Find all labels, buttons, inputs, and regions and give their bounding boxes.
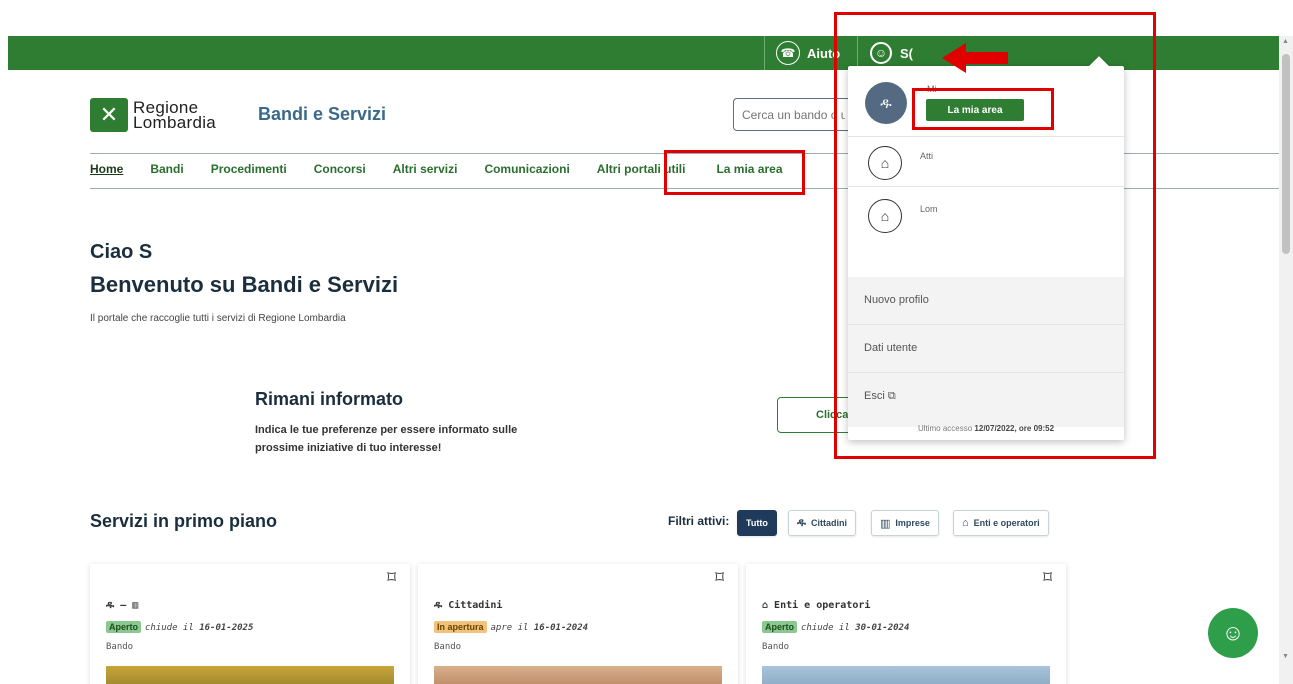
annotation-box-nav — [664, 150, 805, 195]
filter-label: Imprese — [895, 518, 930, 528]
institution-icon: ⌂ — [962, 517, 969, 529]
card-image — [762, 666, 1050, 684]
chat-assistant-icon[interactable]: ☺ — [1208, 608, 1258, 658]
filter-chip-imprese[interactable]: ▥ Imprese — [871, 510, 939, 536]
service-card[interactable]: ⌑ ⌂ Enti e operatori Aperto chiude il 30-… — [746, 564, 1066, 684]
card-target-label: Cittadini — [448, 600, 503, 611]
status-date: 30-01-2024 — [855, 623, 910, 633]
institution-icon: ⌂ — [762, 600, 775, 611]
status-badge: Aperto — [762, 621, 797, 633]
card-status: Aperto chiude il 30-01-2024 — [762, 621, 910, 633]
factory-icon: ▥ — [132, 600, 139, 611]
status-badge: Aperto — [106, 621, 141, 633]
people-icon: ዱ — [106, 600, 121, 611]
help-link[interactable]: ☎ Aiuto — [776, 40, 840, 66]
status-badge: In apertura — [434, 621, 487, 633]
nav-item-comunicazioni[interactable]: Comunicazioni — [484, 162, 569, 176]
card-image — [106, 666, 394, 684]
phone-icon: ☎ — [776, 41, 800, 65]
info-title: Rimani informato — [255, 389, 404, 409]
factory-icon: ▥ — [880, 517, 891, 530]
filter-label: Enti e operatori — [973, 518, 1040, 528]
card-target: ⌂ Enti e operatori — [762, 600, 870, 611]
card-status: In apertura apre il 16-01-2024 — [434, 621, 589, 633]
bookmark-icon[interactable]: ⌑ — [387, 568, 396, 588]
card-target-label: — — [120, 600, 133, 611]
portal-subtitle: Il portale che raccoglie tutti i servizi… — [90, 313, 346, 324]
filter-chip-tutto[interactable]: Tutto — [737, 510, 777, 536]
info-text: Indica le tue preferenze per essere info… — [255, 424, 518, 454]
filters-label: Filtri attivi: — [668, 514, 730, 528]
annotation-arrow-icon — [942, 43, 1008, 73]
logo-text: Regione Lombardia — [133, 99, 217, 132]
people-icon: ዱ — [797, 516, 806, 529]
card-type: Bando — [434, 642, 462, 652]
welcome-title: Benvenuto su Bandi e Servizi — [90, 272, 399, 297]
status-date: 16-01-2024 — [533, 623, 589, 633]
nav-item-procedimenti[interactable]: Procedimenti — [211, 162, 287, 176]
topbar-divider — [764, 36, 765, 70]
status-text: chiude il — [801, 623, 850, 633]
filter-label: Tutto — [746, 518, 768, 528]
card-target-label: Enti e operatori — [774, 600, 871, 611]
status-text: apre il — [490, 623, 529, 633]
filter-chip-enti[interactable]: ⌂ Enti e operatori — [953, 510, 1049, 536]
card-type: Bando — [106, 642, 134, 652]
page-scrollbar[interactable]: ▲ ▼ — [1279, 36, 1293, 684]
filter-label: Cittadini — [810, 518, 847, 528]
service-card[interactable]: ⌑ ዱ Cittadini In apertura apre il 16-01-2… — [418, 564, 738, 684]
bookmark-icon[interactable]: ⌑ — [715, 568, 724, 588]
card-target: ዱ Cittadini — [434, 600, 502, 611]
bookmark-icon[interactable]: ⌑ — [1043, 568, 1052, 588]
nav-item-bandi[interactable]: Bandi — [150, 162, 183, 176]
status-date: 16-01-2025 — [199, 623, 254, 633]
services-title: Servizi in primo piano — [90, 511, 278, 531]
logo-mark-icon: ✕ — [90, 98, 128, 132]
scroll-down-icon[interactable]: ▼ — [1282, 653, 1289, 660]
nav-item-altri-servizi[interactable]: Altri servizi — [393, 162, 458, 176]
annotation-box-dropdown — [834, 12, 1156, 459]
status-text: chiude il — [145, 623, 194, 633]
greeting-hello: Ciao S — [90, 241, 153, 263]
filter-chip-cittadini[interactable]: ዱ Cittadini — [788, 510, 856, 536]
card-target: ዱ — ▥ — [106, 600, 138, 611]
scroll-up-icon[interactable]: ▲ — [1282, 38, 1289, 45]
card-image — [434, 666, 722, 684]
annotation-box-my-area — [912, 88, 1054, 130]
card-type: Bando — [762, 642, 790, 652]
people-icon: ዱ — [434, 600, 449, 611]
nav-item-home[interactable]: Home — [90, 162, 123, 176]
nav-item-concorsi[interactable]: Concorsi — [314, 162, 366, 176]
regione-lombardia-logo[interactable]: ✕ Regione Lombardia — [90, 98, 216, 132]
scrollbar-thumb[interactable] — [1282, 54, 1290, 254]
card-status: Aperto chiude il 16-01-2025 — [106, 621, 254, 633]
site-title[interactable]: Bandi e Servizi — [258, 104, 386, 125]
service-card[interactable]: ⌑ ዱ — ▥ Aperto chiude il 16-01-2025 Bando — [90, 564, 410, 684]
logo-line2: Lombardia — [133, 113, 217, 132]
